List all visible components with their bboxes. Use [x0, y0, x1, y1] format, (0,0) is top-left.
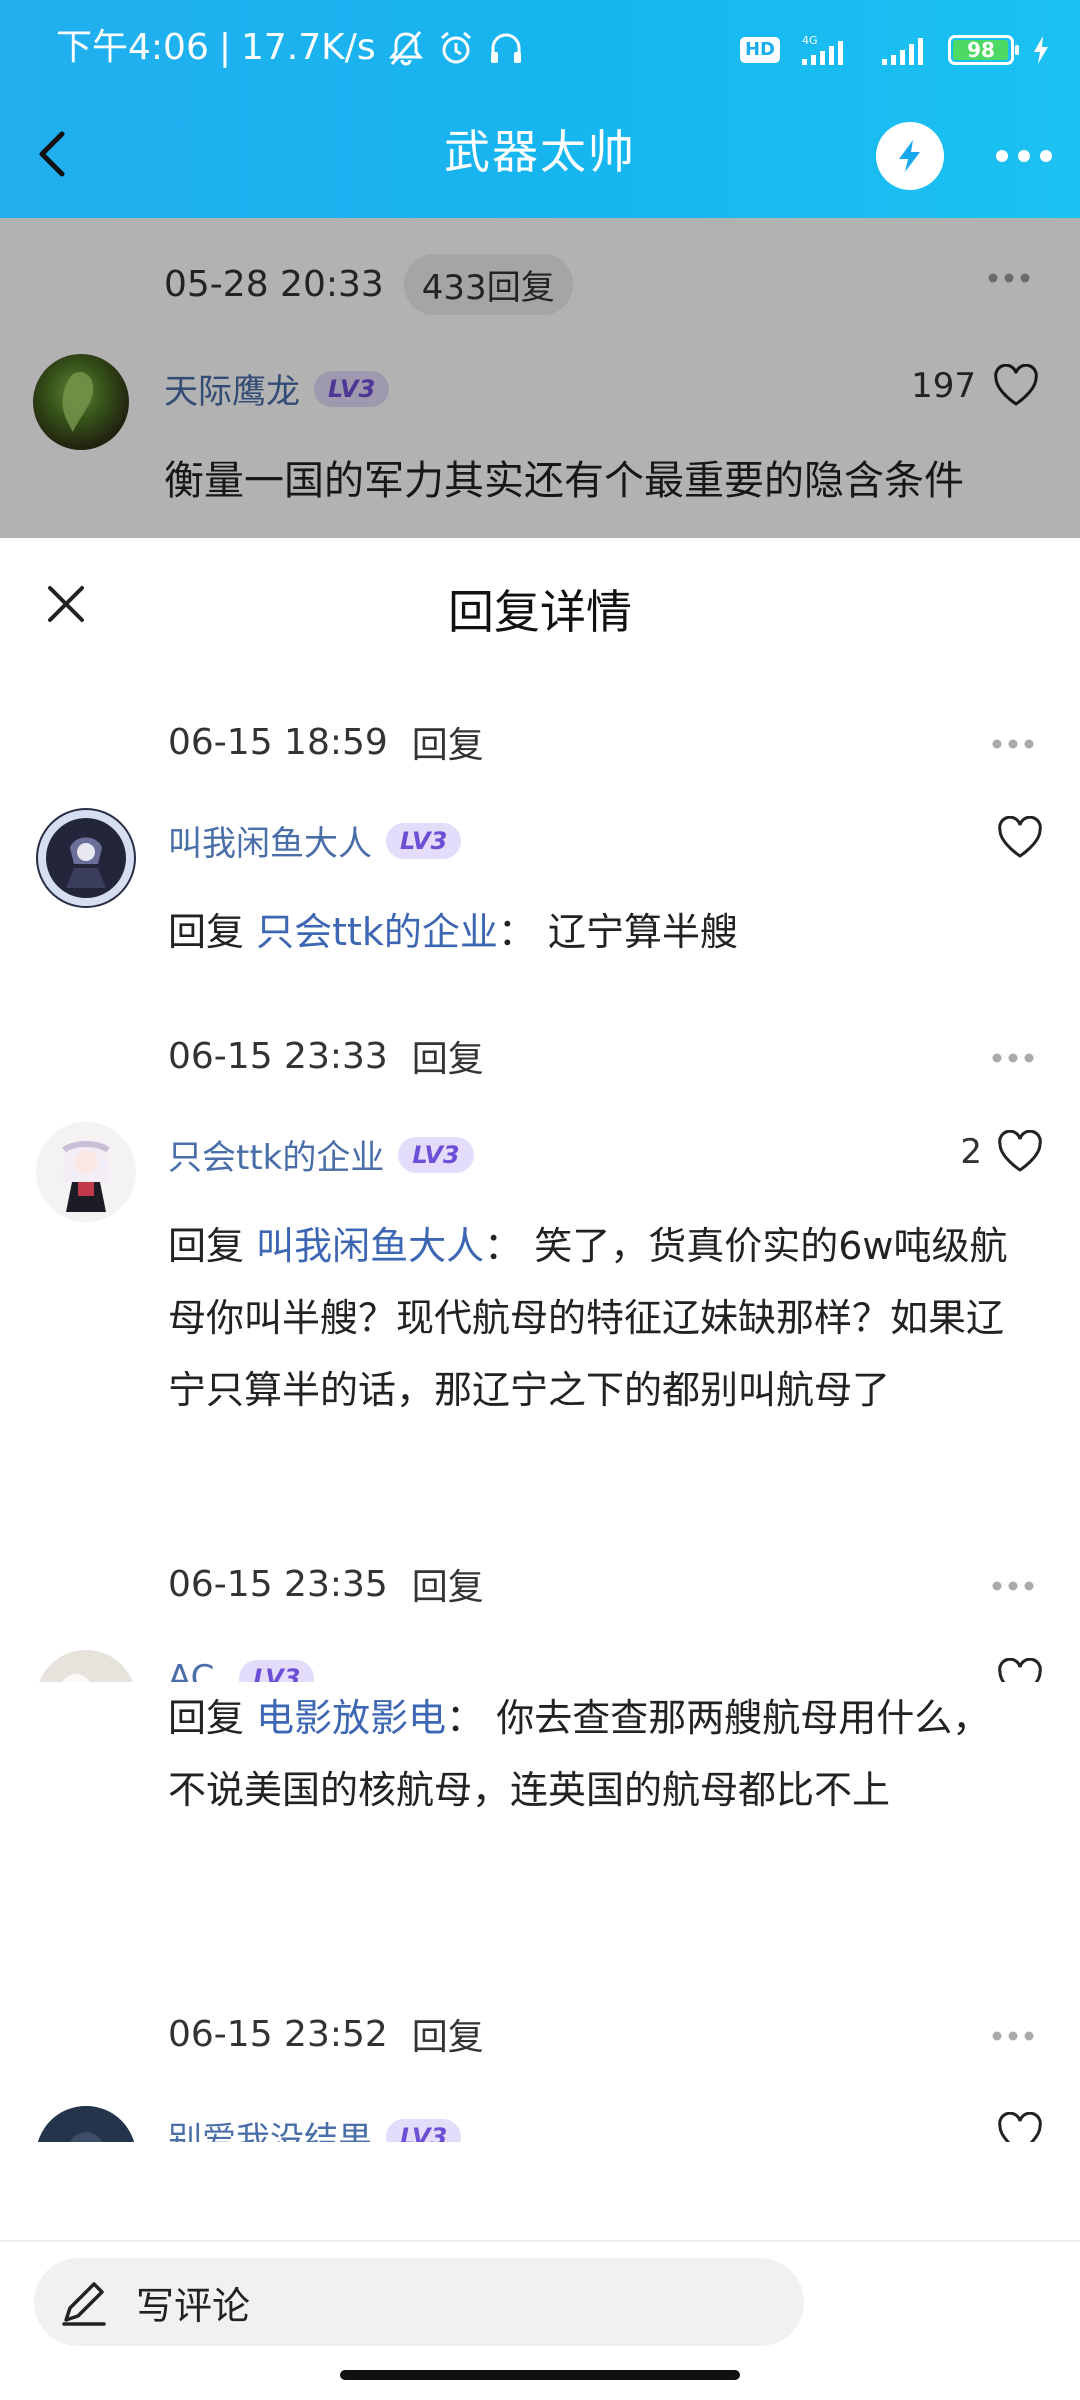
sheet-title: 回复详情 — [448, 585, 632, 639]
reply-prefix: 回复 — [168, 1696, 245, 1740]
reply-prefix: 回复 — [168, 1224, 245, 1268]
reply-time: 06-15 23:52 — [168, 2013, 388, 2055]
composer-divider — [0, 2240, 1080, 2242]
status-right: HD 4G 98 — [739, 28, 1050, 72]
reply-user: 只会ttk的企业 LV3 — [168, 1130, 474, 1179]
status-divider: | — [218, 27, 231, 68]
level-badge: LV3 — [398, 1136, 474, 1173]
heart-icon — [996, 1658, 1044, 1682]
heart-icon — [996, 816, 1044, 860]
more-dots-icon — [990, 2029, 1036, 2043]
level-badge: LV3 — [239, 1660, 315, 1682]
top-bar: 下午4:06 | 17.7K/s HD 4G 98 武器太帅 — [0, 0, 1080, 218]
reply-time: 06-15 23:33 — [168, 1035, 388, 1077]
username[interactable]: 只会ttk的企业 — [168, 1130, 384, 1179]
pen-icon — [56, 2274, 112, 2330]
battery-level: 98 — [967, 38, 995, 62]
home-indicator[interactable] — [340, 2370, 740, 2380]
reply-more-button[interactable] — [990, 1050, 1036, 1069]
reply-link[interactable]: 回复 — [412, 2008, 484, 2060]
username[interactable]: 别爱我没结果 — [168, 2112, 372, 2142]
hd-badge: HD — [739, 37, 780, 63]
mention-link[interactable]: 只会ttk的企业 — [256, 910, 498, 954]
level-badge: LV3 — [386, 2118, 462, 2142]
headphones-icon — [486, 28, 526, 68]
like-count: 2 — [960, 1132, 982, 1172]
status-time: 下午4:06 — [56, 27, 209, 68]
like-button[interactable] — [996, 2112, 1044, 2142]
more-dots-icon — [990, 737, 1036, 751]
reply-more-button[interactable] — [990, 2028, 1036, 2047]
reply-colon: ： — [446, 1696, 485, 1740]
more-options-button[interactable] — [992, 136, 1056, 176]
reply-user: 别爱我没结果 LV3 — [168, 2112, 462, 2142]
reply-meta: 06-15 23:52 回复 — [168, 2008, 484, 2060]
more-dots-icon — [990, 1051, 1036, 1065]
username[interactable]: AC. — [168, 1658, 225, 1682]
like-button[interactable] — [982, 816, 1044, 860]
reply-more-button[interactable] — [990, 1578, 1036, 1597]
reply-prefix: 回复 — [168, 910, 245, 954]
like-button[interactable] — [982, 1658, 1044, 1682]
reply-link[interactable]: 回复 — [412, 1558, 484, 1610]
status-net-speed: 17.7K/s — [240, 27, 376, 68]
reply-list[interactable]: 06-15 18:59 回复 叫我闲鱼大人 LV3 回复 只会ttk的企业： 辽… — [0, 680, 1080, 1682]
reply-user: AC. LV3 — [168, 1658, 315, 1682]
svg-text:4G: 4G — [802, 34, 818, 47]
alarm-clock-icon — [436, 28, 476, 68]
reply-time: 06-15 18:59 — [168, 721, 388, 763]
signal-4g-icon: 4G — [798, 33, 862, 67]
flash-icon — [890, 136, 930, 176]
title-bar: 武器太帅 — [0, 96, 1080, 218]
avatar[interactable] — [36, 1122, 136, 1222]
mute-bell-icon — [386, 28, 426, 68]
charging-icon — [1032, 34, 1050, 66]
like-button[interactable]: 2 — [960, 1130, 1044, 1174]
reply-user: 叫我闲鱼大人 LV3 — [168, 816, 462, 865]
avatar[interactable] — [36, 2106, 136, 2142]
more-dots-icon — [990, 1579, 1036, 1593]
mention-link[interactable]: 电影放影电 — [256, 1696, 446, 1740]
avatar[interactable] — [36, 1650, 136, 1682]
reply-text: 回复 只会ttk的企业： 辽宁算半艘 — [168, 896, 1008, 968]
heart-icon — [996, 2112, 1044, 2142]
comment-placeholder: 写评论 — [136, 2283, 251, 2328]
heart-icon — [996, 1130, 1044, 1174]
reply-text: 回复 电影放影电： 你去查查那两艘航母用什么，不说美国的核航母，连英国的航母都比… — [168, 1682, 1008, 1826]
username[interactable]: 叫我闲鱼大人 — [168, 816, 372, 865]
dim-overlay[interactable] — [0, 218, 1080, 538]
reply-meta: 06-15 23:33 回复 — [168, 1030, 484, 1082]
reply-meta: 06-15 23:35 回复 — [168, 1558, 484, 1610]
reply-list-continued[interactable]: 回复 电影放影电： 你去查查那两艘航母用什么，不说美国的核航母，连英国的航母都比… — [0, 1682, 1080, 2142]
reply-link[interactable]: 回复 — [412, 716, 484, 768]
reply-more-button[interactable] — [990, 736, 1036, 755]
reply-content: 辽宁算半艘 — [548, 910, 739, 954]
reply-link[interactable]: 回复 — [412, 1030, 484, 1082]
mention-link[interactable]: 叫我闲鱼大人 — [256, 1224, 484, 1268]
status-left: 下午4:06 | 17.7K/s — [56, 24, 526, 72]
signal-icon — [880, 33, 930, 67]
status-bar: 下午4:06 | 17.7K/s HD 4G 98 — [0, 0, 1080, 96]
reply-meta: 06-15 18:59 回复 — [168, 716, 484, 768]
battery-indicator: 98 — [948, 35, 1019, 65]
avatar[interactable] — [36, 808, 136, 908]
reply-text: 回复 叫我闲鱼大人： 笑了，货真价实的6w吨级航母你叫半艘？现代航母的特征辽妹缺… — [168, 1210, 1008, 1426]
reply-time: 06-15 23:35 — [168, 1563, 388, 1605]
level-badge: LV3 — [386, 822, 462, 859]
comment-input[interactable]: 写评论 — [34, 2258, 804, 2346]
flash-button[interactable] — [876, 122, 944, 190]
more-icon — [992, 136, 1056, 176]
reply-colon: ： — [484, 1224, 523, 1268]
reply-colon: ： — [497, 910, 536, 954]
